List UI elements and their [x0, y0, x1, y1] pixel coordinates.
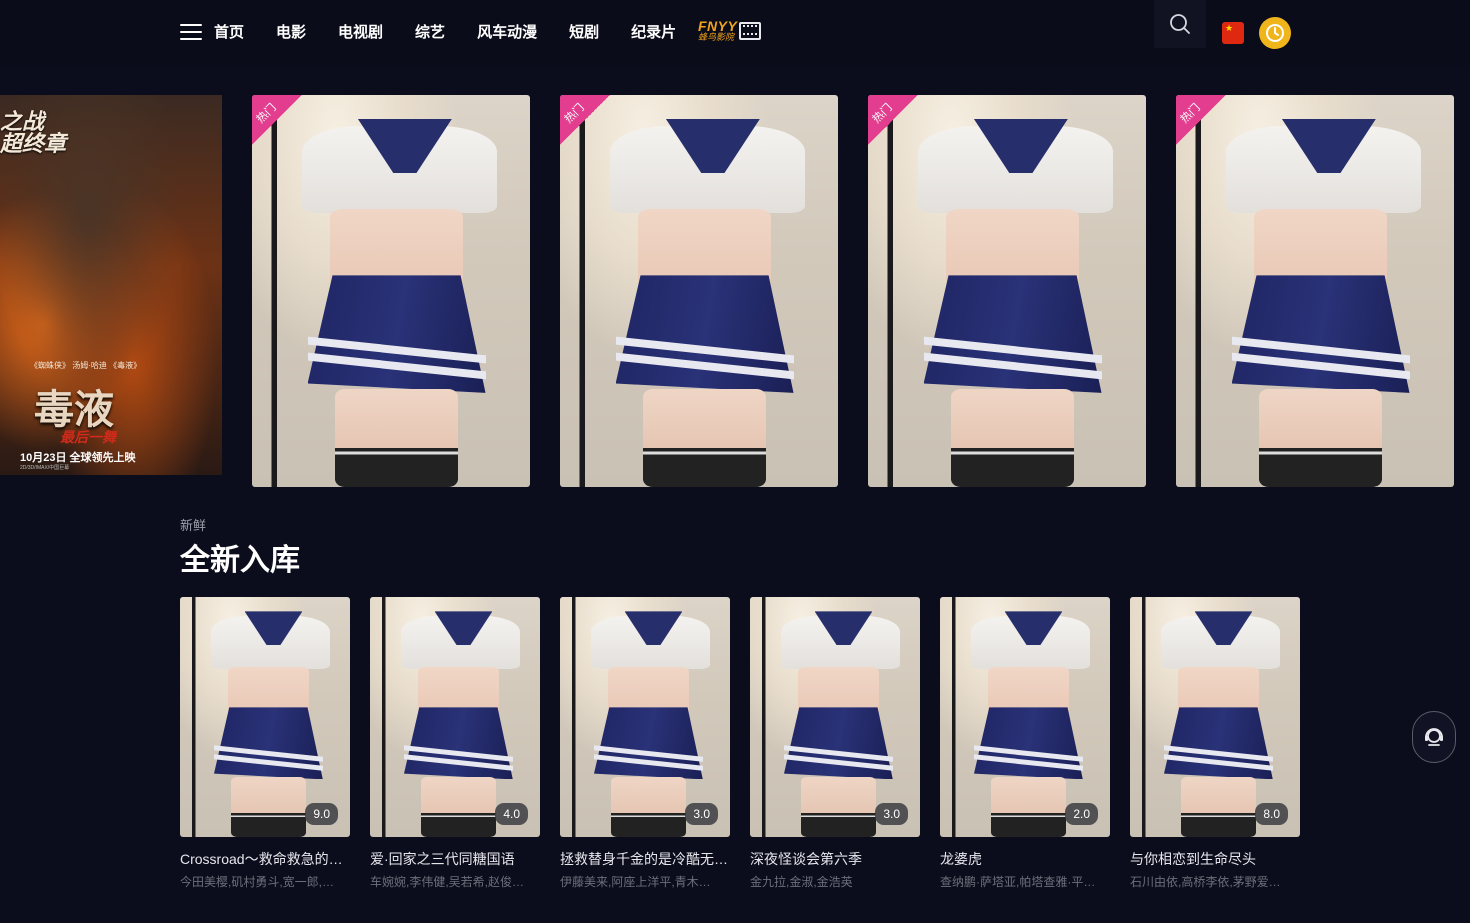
section-subtitle: 新鲜	[180, 518, 207, 533]
media-thumbnail[interactable]: 3.0	[750, 597, 920, 837]
media-thumbnail[interactable]: 2.0	[940, 597, 1110, 837]
hot-badge: 热门	[252, 95, 302, 145]
media-thumbnail[interactable]: 9.0	[180, 597, 350, 837]
media-card[interactable]: 8.0 与你相恋到生命尽头 石川由依,高桥李依,茅野爱…	[1130, 597, 1300, 897]
score-badge: 2.0	[1065, 803, 1098, 825]
media-title[interactable]: 与你相恋到生命尽头	[1130, 849, 1300, 869]
media-thumbnail[interactable]: 4.0	[370, 597, 540, 837]
banner-card[interactable]: 热门	[868, 95, 1146, 487]
score-badge: 3.0	[685, 803, 718, 825]
film-icon	[739, 22, 762, 40]
nav-item-short-drama[interactable]: 短剧	[569, 22, 599, 44]
media-card[interactable]: 2.0 龙婆虎 查纳鹏·萨塔亚,帕塔查雅·平…	[940, 597, 1110, 897]
section-title: 全新入库	[180, 544, 300, 577]
poster-formats: 2D/3D/IMAX/中国巨幕	[20, 465, 70, 471]
site-logo[interactable]: FNYY 蜂鸟影院	[698, 18, 772, 44]
media-cast: 金九拉,金淑,金浩英	[750, 875, 853, 889]
nav-item-variety[interactable]: 综艺	[415, 22, 445, 44]
customer-service-button[interactable]	[1412, 711, 1456, 763]
new-arrivals-grid: 9.0 Crossroad～救命救急的… 今田美樱,矶村勇斗,宽一郎,… 4.0…	[180, 597, 1300, 897]
media-title[interactable]: 龙婆虎	[940, 849, 1110, 869]
logo-subtext: 蜂鸟影院	[698, 32, 735, 42]
poster-image	[560, 95, 838, 487]
media-card[interactable]: 4.0 爱·回家之三代同糖国语 车婉婉,李伟健,吴若希,赵俊…	[370, 597, 540, 897]
hot-badge: 热门	[560, 95, 610, 145]
menu-icon[interactable]	[180, 24, 202, 40]
media-cast: 查纳鹏·萨塔亚,帕塔查雅·平…	[940, 875, 1096, 889]
poster-credit: 《蜘蛛侠》 汤姆·哈迪 《毒液》	[30, 361, 142, 370]
customer-service-icon	[1425, 728, 1443, 746]
nav-item-tv-series[interactable]: 电视剧	[338, 22, 383, 44]
hero-banner: 之战 超终章 《蜘蛛侠》 汤姆·哈迪 《毒液》 毒液 最后一舞 10月23日 全…	[0, 95, 1470, 487]
media-card[interactable]: 3.0 深夜怪谈会第六季 金九拉,金淑,金浩英	[750, 597, 920, 897]
poster-subtitle: 最后一舞	[60, 429, 116, 445]
nav-item-home[interactable]: 首页	[214, 22, 244, 44]
media-cast: 石川由依,高桥李依,茅野爱…	[1130, 875, 1281, 889]
poster-image	[868, 95, 1146, 487]
score-badge: 9.0	[305, 803, 338, 825]
score-badge: 8.0	[1255, 803, 1288, 825]
hot-badge: 热门	[1176, 95, 1226, 145]
clock-icon[interactable]	[1259, 17, 1291, 49]
score-badge: 3.0	[875, 803, 908, 825]
media-cast: 车婉婉,李伟健,吴若希,赵俊…	[370, 875, 525, 889]
media-thumbnail[interactable]: 3.0	[560, 597, 730, 837]
hot-badge: 热门	[868, 95, 918, 145]
search-button[interactable]	[1154, 0, 1206, 48]
media-card[interactable]: 9.0 Crossroad～救命救急的… 今田美樱,矶村勇斗,宽一郎,…	[180, 597, 350, 897]
media-title[interactable]: 拯救替身千金的是冷酷无…	[560, 849, 730, 869]
banner-card[interactable]: 热门	[1176, 95, 1454, 487]
logo-text: FNYY	[698, 18, 738, 34]
media-title[interactable]: 深夜怪谈会第六季	[750, 849, 920, 869]
top-header: 首页 电影 电视剧 综艺 风车动漫 短剧 纪录片 FNYY 蜂鸟影院	[0, 0, 1470, 66]
media-cast: 伊藤美来,阿座上洋平,青木…	[560, 875, 711, 889]
nav-item-documentary[interactable]: 纪录片	[631, 22, 676, 44]
poster-image	[1176, 95, 1454, 487]
poster-release-date: 10月23日 全球领先上映	[20, 452, 136, 464]
nav-item-movies[interactable]: 电影	[276, 22, 306, 44]
banner-card[interactable]: 热门	[252, 95, 530, 487]
banner-poster-venom[interactable]: 之战 超终章 《蜘蛛侠》 汤姆·哈迪 《毒液》 毒液 最后一舞 10月23日 全…	[0, 95, 222, 475]
history-icon	[1266, 24, 1284, 42]
poster-top-text: 之战 超终章	[0, 109, 67, 156]
score-badge: 4.0	[495, 803, 528, 825]
main-nav: 首页 电影 电视剧 综艺 风车动漫 短剧 纪录片	[214, 22, 708, 44]
banner-card[interactable]: 热门	[560, 95, 838, 487]
media-cast: 今田美樱,矶村勇斗,宽一郎,…	[180, 875, 335, 889]
media-card[interactable]: 3.0 拯救替身千金的是冷酷无… 伊藤美来,阿座上洋平,青木…	[560, 597, 730, 897]
nav-item-anime[interactable]: 风车动漫	[477, 22, 537, 44]
search-icon	[1170, 14, 1190, 34]
media-title[interactable]: 爱·回家之三代同糖国语	[370, 849, 540, 869]
media-title[interactable]: Crossroad～救命救急的…	[180, 849, 350, 869]
china-flag-icon[interactable]	[1222, 22, 1244, 44]
media-thumbnail[interactable]: 8.0	[1130, 597, 1300, 837]
poster-image	[252, 95, 530, 487]
